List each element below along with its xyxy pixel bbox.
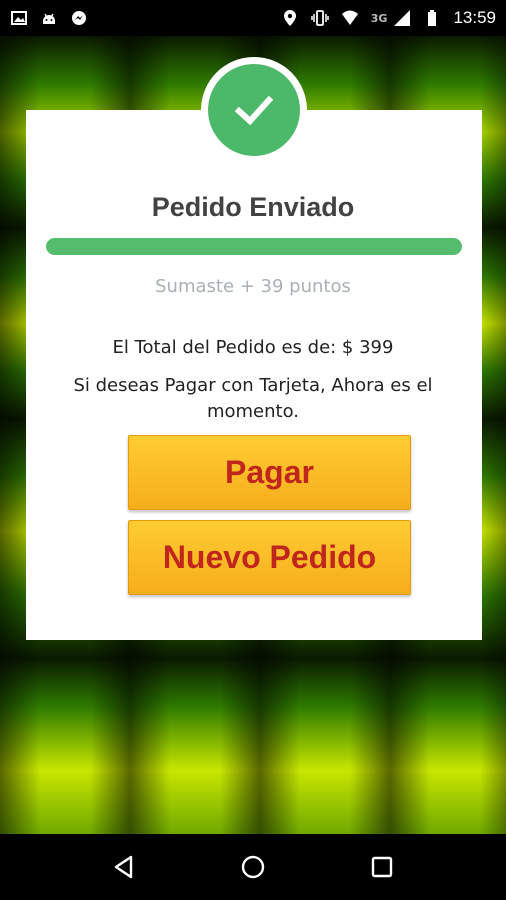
- check-icon: [208, 64, 300, 156]
- back-icon[interactable]: [109, 852, 139, 882]
- messenger-notification-icon: [70, 9, 88, 27]
- dialog-title: Pedido Enviado: [151, 192, 355, 222]
- new-order-button[interactable]: Nuevo Pedido: [128, 520, 411, 595]
- home-icon[interactable]: [238, 852, 268, 882]
- order-progress-bar: [46, 238, 462, 255]
- cell-signal-icon: [393, 9, 411, 27]
- android-debug-icon: [40, 9, 58, 27]
- image-notification-icon: [10, 9, 28, 27]
- status-bar: 3G 13:59: [0, 0, 506, 36]
- location-icon: [281, 9, 299, 27]
- navigation-bar: [0, 834, 506, 900]
- payment-prompt-text: Si deseas Pagar con Tarjeta, Ahora es el…: [73, 375, 433, 422]
- wifi-icon: [341, 9, 359, 27]
- order-total-text: El Total del Pedido es de: $ 399: [112, 337, 394, 358]
- network-type-label: 3G: [370, 11, 388, 25]
- recents-icon[interactable]: [367, 852, 397, 882]
- pay-button[interactable]: Pagar: [128, 435, 411, 510]
- success-badge: [201, 57, 307, 163]
- status-bar-left: [10, 9, 88, 27]
- vibrate-icon: [311, 9, 329, 27]
- battery-icon: [423, 9, 441, 27]
- status-bar-right: 3G 13:59: [281, 8, 496, 28]
- status-time: 13:59: [453, 8, 496, 27]
- order-progress-fill: [46, 238, 462, 255]
- points-earned-text: Sumaste + 39 puntos: [155, 276, 351, 297]
